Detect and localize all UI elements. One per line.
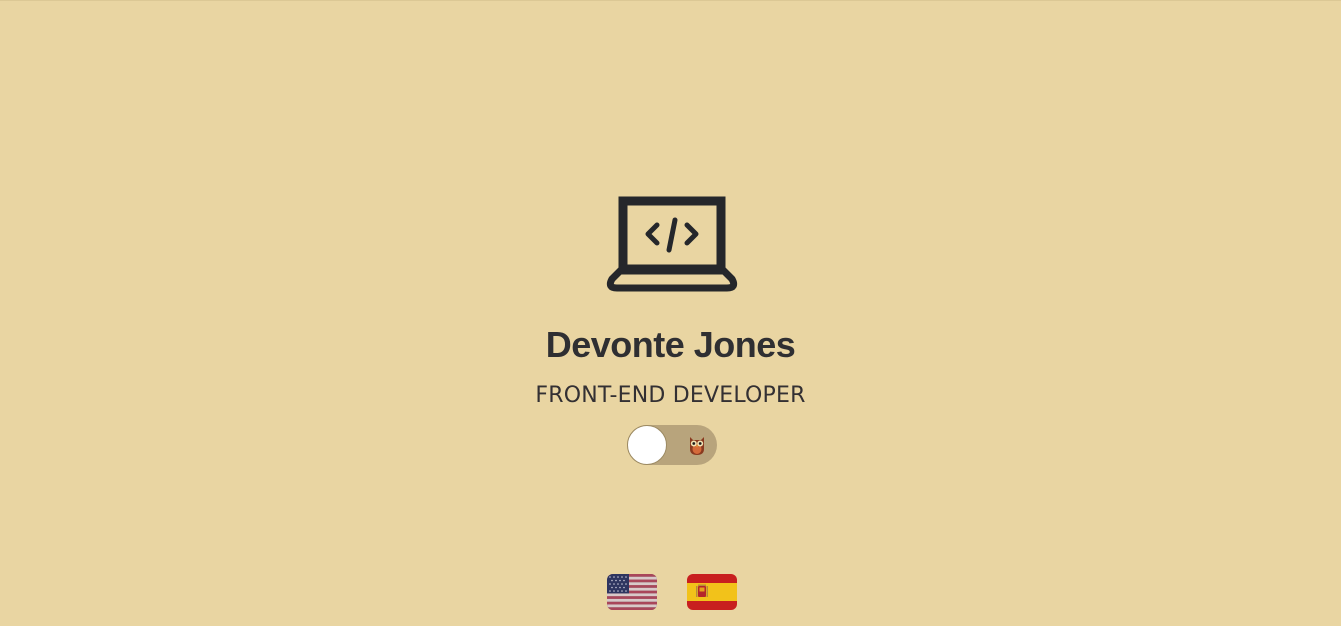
us-flag-icon <box>607 574 657 610</box>
theme-toggle[interactable] <box>627 425 717 465</box>
laptop-code-icon <box>606 196 738 292</box>
profile-name: Devonte Jones <box>545 324 796 365</box>
spain-flag-icon <box>687 574 737 610</box>
toggle-knob[interactable] <box>627 425 667 465</box>
owl-icon <box>690 437 704 455</box>
profile-title: FRONT-END DEVELOPER <box>535 383 806 408</box>
language-en-button[interactable] <box>607 574 657 610</box>
language-es-button[interactable] <box>687 574 737 610</box>
hero-section: Devonte Jones FRONT-END DEVELOPER <box>0 1 1341 626</box>
